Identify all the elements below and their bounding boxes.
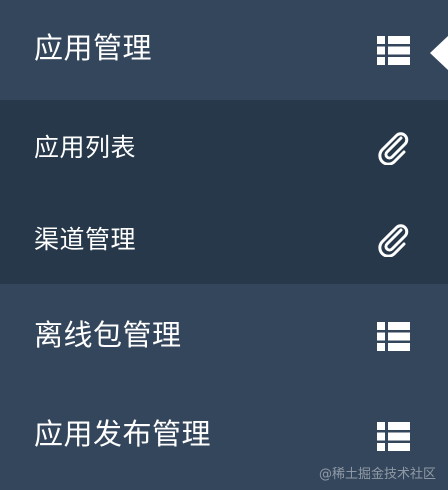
watermark-text: @稀土掘金技术社区 <box>318 467 436 482</box>
menu-item-label: 应用管理 <box>34 31 153 65</box>
menu-item-label: 应用发布管理 <box>34 417 212 451</box>
submenu-app-management: 应用列表 渠道管理 <box>0 100 448 284</box>
paperclip-icon <box>378 224 409 257</box>
submenu-item-label: 渠道管理 <box>34 225 137 254</box>
menu-item-label: 离线包管理 <box>34 318 182 352</box>
submenu-item-app-list[interactable]: 应用列表 <box>0 100 448 192</box>
menu-item-offline-package[interactable]: 离线包管理 <box>0 284 448 386</box>
list-icon <box>377 36 410 65</box>
paperclip-icon <box>378 132 409 165</box>
submenu-item-label: 应用列表 <box>34 133 137 162</box>
list-icon <box>377 322 410 351</box>
active-indicator <box>430 36 448 70</box>
menu-item-app-management[interactable]: 应用管理 <box>0 0 448 100</box>
sidebar-menu: 应用管理 应用列表 渠道管理 离线包管理 应用发布管理 @稀土掘金技术社区 <box>0 0 448 490</box>
list-icon <box>377 422 410 451</box>
submenu-item-channel-management[interactable]: 渠道管理 <box>0 192 448 284</box>
